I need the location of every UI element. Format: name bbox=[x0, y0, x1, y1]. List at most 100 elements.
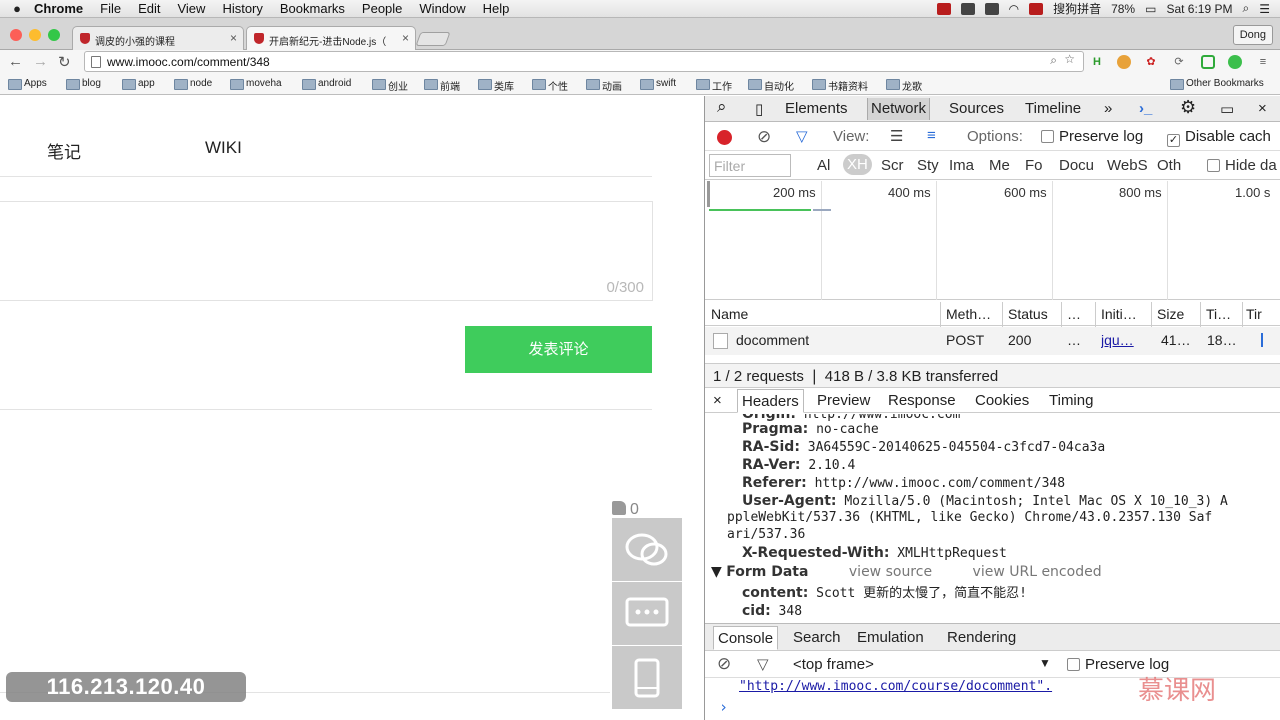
menu-file[interactable]: File bbox=[100, 1, 121, 16]
overview-icon[interactable]: ≡ bbox=[927, 127, 936, 144]
tab-timing[interactable]: Timing bbox=[1049, 392, 1093, 409]
comment-textarea[interactable]: 0/300 bbox=[0, 201, 653, 301]
network-request-row[interactable]: docomment POST 200 … jqu… 41… 18… bbox=[705, 327, 1280, 355]
col-initiator[interactable]: Initi… bbox=[1101, 306, 1149, 322]
filter-scripts[interactable]: Scr bbox=[881, 157, 904, 174]
col-type[interactable]: … bbox=[1067, 306, 1081, 322]
bookmark-books[interactable]: 书籍资料 bbox=[812, 78, 868, 93]
forward-button[interactable]: → bbox=[33, 53, 48, 70]
extension-sync-icon[interactable]: ⟳ bbox=[1172, 55, 1186, 69]
list-view-icon[interactable]: ☰ bbox=[890, 127, 903, 145]
bookmark-libraries[interactable]: 类库 bbox=[478, 78, 514, 93]
back-button[interactable]: ← bbox=[8, 53, 23, 70]
like-counter[interactable]: 0 bbox=[612, 501, 639, 519]
chrome-menu-icon[interactable]: ≡ bbox=[1256, 55, 1270, 69]
tab-network[interactable]: Network bbox=[867, 98, 931, 120]
battery-percent[interactable]: 78% bbox=[1111, 2, 1135, 16]
bookmark-moveha[interactable]: moveha bbox=[230, 78, 282, 90]
bookmark-personal[interactable]: 个性 bbox=[532, 78, 568, 93]
tab-console[interactable]: Console bbox=[713, 626, 779, 650]
bookmark-star-icon[interactable]: ☆ bbox=[1064, 52, 1075, 66]
settings-gear-icon[interactable]: ⚙ bbox=[1180, 97, 1196, 118]
bookmark-startup[interactable]: 创业 bbox=[372, 78, 408, 93]
mobile-app-button[interactable] bbox=[612, 646, 682, 709]
zoom-window-button[interactable] bbox=[48, 29, 60, 41]
thumbs-up-icon[interactable] bbox=[612, 501, 626, 515]
tab-sources[interactable]: Sources bbox=[949, 100, 1004, 117]
tab-emulation[interactable]: Emulation bbox=[857, 629, 924, 646]
bookmark-other[interactable]: Other Bookmarks bbox=[1170, 78, 1264, 90]
battery-icon[interactable]: ▭ bbox=[1145, 2, 1156, 16]
tab-response[interactable]: Response bbox=[888, 392, 956, 409]
view-source-link[interactable]: view source bbox=[849, 564, 932, 580]
filter-websockets[interactable]: WebS bbox=[1107, 157, 1148, 174]
inspect-search-icon[interactable]: ⌕ bbox=[717, 97, 727, 117]
clock[interactable]: Sat 6:19 PM bbox=[1166, 2, 1232, 16]
filter-all[interactable]: Al bbox=[817, 157, 830, 174]
col-timeline[interactable]: Tir bbox=[1246, 306, 1276, 322]
bookmark-frontend[interactable]: 前端 bbox=[424, 78, 460, 93]
bookmark-swift[interactable]: swift bbox=[640, 78, 676, 90]
input-method-icon[interactable] bbox=[1029, 2, 1044, 15]
disable-cache-checkbox[interactable]: ✓ Disable cach bbox=[1167, 128, 1271, 147]
cloud-icon[interactable] bbox=[960, 2, 975, 15]
bookmark-apps[interactable]: Apps bbox=[8, 78, 47, 90]
console-log-line[interactable]: "http://www.imooc.com/course/docomment". bbox=[739, 679, 1052, 694]
dock-side-icon[interactable]: ▭ bbox=[1220, 100, 1234, 118]
wechat-share-button[interactable] bbox=[612, 518, 682, 581]
browser-tab-node[interactable]: 开启新纪元-进击Node.js（ × bbox=[246, 26, 416, 50]
extension-face-icon[interactable] bbox=[1117, 55, 1131, 69]
close-detail-icon[interactable]: × bbox=[713, 392, 722, 409]
filter-styles[interactable]: Sty bbox=[917, 157, 939, 174]
nav-wiki-link[interactable]: WIKI bbox=[205, 138, 242, 158]
bookmark-longge[interactable]: 龙歌 bbox=[886, 78, 922, 93]
bookmark-node[interactable]: node bbox=[174, 78, 212, 90]
device-mode-icon[interactable]: ▯ bbox=[755, 100, 763, 118]
extension-green-square-icon[interactable] bbox=[1201, 55, 1215, 69]
clear-console-icon[interactable]: ⊘ bbox=[717, 654, 731, 674]
page-info-icon[interactable] bbox=[91, 56, 101, 68]
tab-elements[interactable]: Elements bbox=[785, 100, 848, 117]
bookmark-blog[interactable]: blog bbox=[66, 78, 101, 90]
console-prompt[interactable]: › bbox=[719, 698, 728, 716]
notification-icon[interactable] bbox=[984, 2, 999, 15]
bookmark-app[interactable]: app bbox=[122, 78, 155, 90]
wifi-icon[interactable]: ◠ bbox=[1009, 2, 1019, 16]
network-timeline-overview[interactable]: 200 ms 400 ms 600 ms 800 ms 1.00 s bbox=[705, 181, 1280, 300]
hide-data-urls-checkbox[interactable]: Hide da bbox=[1207, 157, 1277, 174]
address-bar[interactable]: www.imooc.com/comment/348 ⌕ ☆ bbox=[84, 51, 1084, 72]
clear-icon[interactable]: ⊘ bbox=[757, 127, 771, 147]
console-filter-icon[interactable]: ▽ bbox=[757, 655, 769, 673]
extension-green-circle-icon[interactable] bbox=[1228, 55, 1242, 69]
col-name[interactable]: Name bbox=[711, 306, 748, 322]
tab-close-icon[interactable]: × bbox=[230, 31, 237, 45]
minimize-window-button[interactable] bbox=[29, 29, 41, 41]
close-window-button[interactable] bbox=[10, 29, 22, 41]
console-drawer-icon[interactable]: ›_ bbox=[1139, 100, 1152, 117]
input-method-label[interactable]: 搜狗拼音 bbox=[1053, 0, 1101, 17]
filter-funnel-icon[interactable]: ▽ bbox=[796, 127, 808, 145]
col-method[interactable]: Meth… bbox=[946, 306, 1001, 322]
submit-comment-button[interactable]: 发表评论 bbox=[465, 326, 652, 373]
menu-history[interactable]: History bbox=[222, 1, 262, 16]
filter-media[interactable]: Me bbox=[989, 157, 1010, 174]
profile-button[interactable]: Dong bbox=[1232, 25, 1273, 45]
more-tabs-chevron[interactable]: » bbox=[1104, 100, 1112, 117]
apple-menu-icon[interactable]: ● bbox=[0, 1, 34, 16]
tab-timeline[interactable]: Timeline bbox=[1025, 100, 1081, 117]
menu-help[interactable]: Help bbox=[483, 1, 510, 16]
filter-xhr[interactable]: XH bbox=[843, 154, 872, 175]
preserve-log-checkbox[interactable]: Preserve log bbox=[1041, 128, 1143, 145]
col-time[interactable]: Ti… bbox=[1206, 306, 1240, 322]
nav-notes-link[interactable]: 笔记 bbox=[47, 138, 81, 163]
tab-headers[interactable]: Headers bbox=[737, 389, 804, 413]
tab-rendering[interactable]: Rendering bbox=[947, 629, 1016, 646]
menu-edit[interactable]: Edit bbox=[138, 1, 160, 16]
view-url-encoded-link[interactable]: view URL encoded bbox=[973, 564, 1102, 580]
menu-bookmarks[interactable]: Bookmarks bbox=[280, 1, 345, 16]
form-data-section[interactable]: ▼ Form Data view source view URL encoded bbox=[711, 563, 1102, 581]
browser-tab-course[interactable]: 调皮的小强的课程 × bbox=[72, 26, 244, 50]
bookmark-animation[interactable]: 动画 bbox=[586, 78, 622, 93]
col-status[interactable]: Status bbox=[1008, 306, 1048, 322]
request-name[interactable]: docomment bbox=[736, 332, 809, 348]
